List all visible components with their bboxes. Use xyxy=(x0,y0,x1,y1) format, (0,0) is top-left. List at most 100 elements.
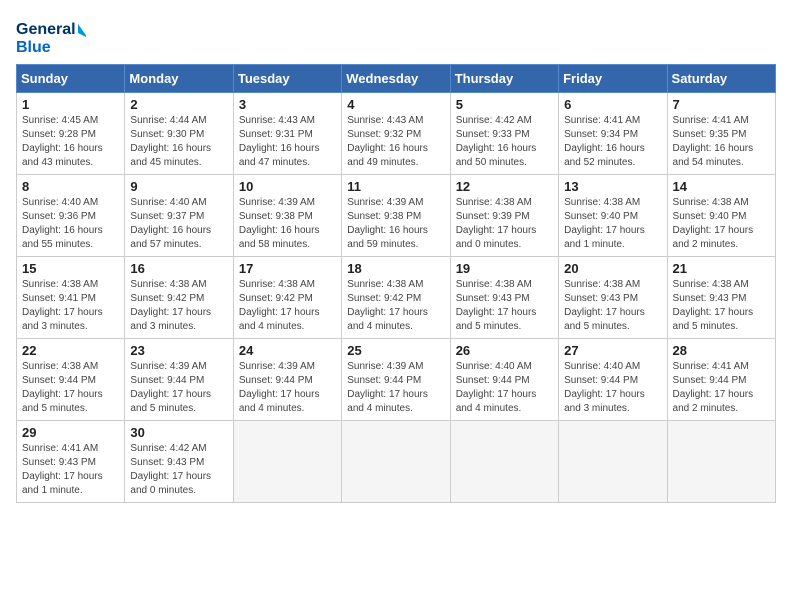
calendar-cell: 13Sunrise: 4:38 AMSunset: 9:40 PMDayligh… xyxy=(559,175,667,257)
day-info: Sunrise: 4:43 AMSunset: 9:31 PMDaylight:… xyxy=(239,114,336,170)
calendar-cell: 27 Sunrise: 4:40 AMSunset: 9:44 PMDayligh… xyxy=(559,339,667,421)
calendar-cell xyxy=(667,421,775,503)
day-number: 9 xyxy=(130,179,227,194)
calendar-cell: 29 Sunrise: 4:41 AMSunset: 9:43 PMDayligh… xyxy=(17,421,125,503)
day-header-saturday: Saturday xyxy=(667,65,775,93)
day-info: Sunrise: 4:38 AMSunset: 9:43 PMDaylight:… xyxy=(564,278,661,334)
day-info: Sunrise: 4:45 AMSunset: 9:28 PMDaylight:… xyxy=(22,114,119,170)
day-number: 17 xyxy=(239,261,336,276)
day-number: 28 xyxy=(673,343,770,358)
calendar-cell xyxy=(450,421,558,503)
day-number: 5 xyxy=(456,97,553,112)
logo: General Blue xyxy=(16,16,86,56)
calendar-cell: 8 Sunrise: 4:40 AMSunset: 9:36 PMDaylight… xyxy=(17,175,125,257)
calendar-cell: 7Sunrise: 4:41 AMSunset: 9:35 PMDaylight… xyxy=(667,93,775,175)
week-row-3: 15Sunrise: 4:38 AMSunset: 9:41 PMDayligh… xyxy=(17,257,776,339)
calendar-cell xyxy=(559,421,667,503)
day-number: 22 xyxy=(22,343,119,358)
calendar-cell: 30 Sunrise: 4:42 AMSunset: 9:43 PMDayligh… xyxy=(125,421,233,503)
day-info: Sunrise: 4:38 AMSunset: 9:44 PMDaylight:… xyxy=(22,360,119,416)
day-number: 14 xyxy=(673,179,770,194)
day-info: Sunrise: 4:39 AMSunset: 9:44 PMDaylight:… xyxy=(130,360,227,416)
day-number: 7 xyxy=(673,97,770,112)
day-number: 30 xyxy=(130,425,227,440)
day-number: 2 xyxy=(130,97,227,112)
calendar-cell: 17 Sunrise: 4:38 AMSunset: 9:42 PMDayligh… xyxy=(233,257,341,339)
day-info: Sunrise: 4:42 AMSunset: 9:43 PMDaylight:… xyxy=(130,442,227,498)
day-info: Sunrise: 4:38 AMSunset: 9:42 PMDaylight:… xyxy=(130,278,227,334)
svg-text:Blue: Blue xyxy=(16,39,51,56)
calendar-cell: 9 Sunrise: 4:40 AMSunset: 9:37 PMDaylight… xyxy=(125,175,233,257)
day-header-thursday: Thursday xyxy=(450,65,558,93)
calendar-cell: 26 Sunrise: 4:40 AMSunset: 9:44 PMDayligh… xyxy=(450,339,558,421)
day-info: Sunrise: 4:40 AMSunset: 9:37 PMDaylight:… xyxy=(130,196,227,252)
calendar-cell: 3Sunrise: 4:43 AMSunset: 9:31 PMDaylight… xyxy=(233,93,341,175)
day-number: 16 xyxy=(130,261,227,276)
calendar-cell: 25 Sunrise: 4:39 AMSunset: 9:44 PMDayligh… xyxy=(342,339,450,421)
calendar-cell: 15Sunrise: 4:38 AMSunset: 9:41 PMDayligh… xyxy=(17,257,125,339)
calendar-cell: 21 Sunrise: 4:38 AMSunset: 9:43 PMDayligh… xyxy=(667,257,775,339)
day-info: Sunrise: 4:40 AMSunset: 9:36 PMDaylight:… xyxy=(22,196,119,252)
day-number: 11 xyxy=(347,179,444,194)
day-info: Sunrise: 4:38 AMSunset: 9:40 PMDaylight:… xyxy=(564,196,661,252)
day-header-tuesday: Tuesday xyxy=(233,65,341,93)
day-info: Sunrise: 4:41 AMSunset: 9:44 PMDaylight:… xyxy=(673,360,770,416)
day-number: 8 xyxy=(22,179,119,194)
calendar-cell: 12 Sunrise: 4:38 AMSunset: 9:39 PMDayligh… xyxy=(450,175,558,257)
day-info: Sunrise: 4:41 AMSunset: 9:43 PMDaylight:… xyxy=(22,442,119,498)
day-header-sunday: Sunday xyxy=(17,65,125,93)
day-info: Sunrise: 4:38 AMSunset: 9:40 PMDaylight:… xyxy=(673,196,770,252)
day-info: Sunrise: 4:39 AMSunset: 9:38 PMDaylight:… xyxy=(347,196,444,252)
day-header-monday: Monday xyxy=(125,65,233,93)
day-info: Sunrise: 4:43 AMSunset: 9:32 PMDaylight:… xyxy=(347,114,444,170)
day-info: Sunrise: 4:38 AMSunset: 9:43 PMDaylight:… xyxy=(673,278,770,334)
header: General Blue xyxy=(16,16,776,56)
day-info: Sunrise: 4:39 AMSunset: 9:44 PMDaylight:… xyxy=(347,360,444,416)
week-row-2: 8 Sunrise: 4:40 AMSunset: 9:36 PMDaylight… xyxy=(17,175,776,257)
week-row-5: 29 Sunrise: 4:41 AMSunset: 9:43 PMDayligh… xyxy=(17,421,776,503)
day-number: 10 xyxy=(239,179,336,194)
day-info: Sunrise: 4:38 AMSunset: 9:42 PMDaylight:… xyxy=(239,278,336,334)
calendar-cell: 5 Sunrise: 4:42 AMSunset: 9:33 PMDaylight… xyxy=(450,93,558,175)
calendar-cell: 19 Sunrise: 4:38 AMSunset: 9:43 PMDayligh… xyxy=(450,257,558,339)
day-info: Sunrise: 4:38 AMSunset: 9:43 PMDaylight:… xyxy=(456,278,553,334)
day-number: 4 xyxy=(347,97,444,112)
calendar-cell: 24Sunrise: 4:39 AMSunset: 9:44 PMDayligh… xyxy=(233,339,341,421)
calendar-cell: 1 Sunrise: 4:45 AMSunset: 9:28 PMDaylight… xyxy=(17,93,125,175)
calendar-table: SundayMondayTuesdayWednesdayThursdayFrid… xyxy=(16,64,776,503)
calendar-cell: 14 Sunrise: 4:38 AMSunset: 9:40 PMDayligh… xyxy=(667,175,775,257)
day-number: 12 xyxy=(456,179,553,194)
day-info: Sunrise: 4:42 AMSunset: 9:33 PMDaylight:… xyxy=(456,114,553,170)
calendar-cell xyxy=(233,421,341,503)
day-number: 29 xyxy=(22,425,119,440)
day-number: 18 xyxy=(347,261,444,276)
day-info: Sunrise: 4:41 AMSunset: 9:34 PMDaylight:… xyxy=(564,114,661,170)
calendar-cell: 18Sunrise: 4:38 AMSunset: 9:42 PMDayligh… xyxy=(342,257,450,339)
day-header-wednesday: Wednesday xyxy=(342,65,450,93)
days-header-row: SundayMondayTuesdayWednesdayThursdayFrid… xyxy=(17,65,776,93)
week-row-4: 22 Sunrise: 4:38 AMSunset: 9:44 PMDayligh… xyxy=(17,339,776,421)
day-number: 25 xyxy=(347,343,444,358)
logo-svg: General Blue xyxy=(16,16,86,56)
day-number: 21 xyxy=(673,261,770,276)
calendar-cell xyxy=(342,421,450,503)
day-number: 27 xyxy=(564,343,661,358)
day-info: Sunrise: 4:40 AMSunset: 9:44 PMDaylight:… xyxy=(456,360,553,416)
day-info: Sunrise: 4:39 AMSunset: 9:38 PMDaylight:… xyxy=(239,196,336,252)
calendar-cell: 22 Sunrise: 4:38 AMSunset: 9:44 PMDayligh… xyxy=(17,339,125,421)
day-header-friday: Friday xyxy=(559,65,667,93)
calendar-cell: 11 Sunrise: 4:39 AMSunset: 9:38 PMDayligh… xyxy=(342,175,450,257)
day-number: 26 xyxy=(456,343,553,358)
day-number: 6 xyxy=(564,97,661,112)
day-number: 23 xyxy=(130,343,227,358)
calendar-cell: 4 Sunrise: 4:43 AMSunset: 9:32 PMDaylight… xyxy=(342,93,450,175)
day-number: 20 xyxy=(564,261,661,276)
day-number: 1 xyxy=(22,97,119,112)
day-number: 19 xyxy=(456,261,553,276)
calendar-cell: 6 Sunrise: 4:41 AMSunset: 9:34 PMDaylight… xyxy=(559,93,667,175)
day-info: Sunrise: 4:38 AMSunset: 9:39 PMDaylight:… xyxy=(456,196,553,252)
calendar-cell: 23 Sunrise: 4:39 AMSunset: 9:44 PMDayligh… xyxy=(125,339,233,421)
calendar-body: 1 Sunrise: 4:45 AMSunset: 9:28 PMDaylight… xyxy=(17,93,776,503)
day-number: 15 xyxy=(22,261,119,276)
day-info: Sunrise: 4:40 AMSunset: 9:44 PMDaylight:… xyxy=(564,360,661,416)
